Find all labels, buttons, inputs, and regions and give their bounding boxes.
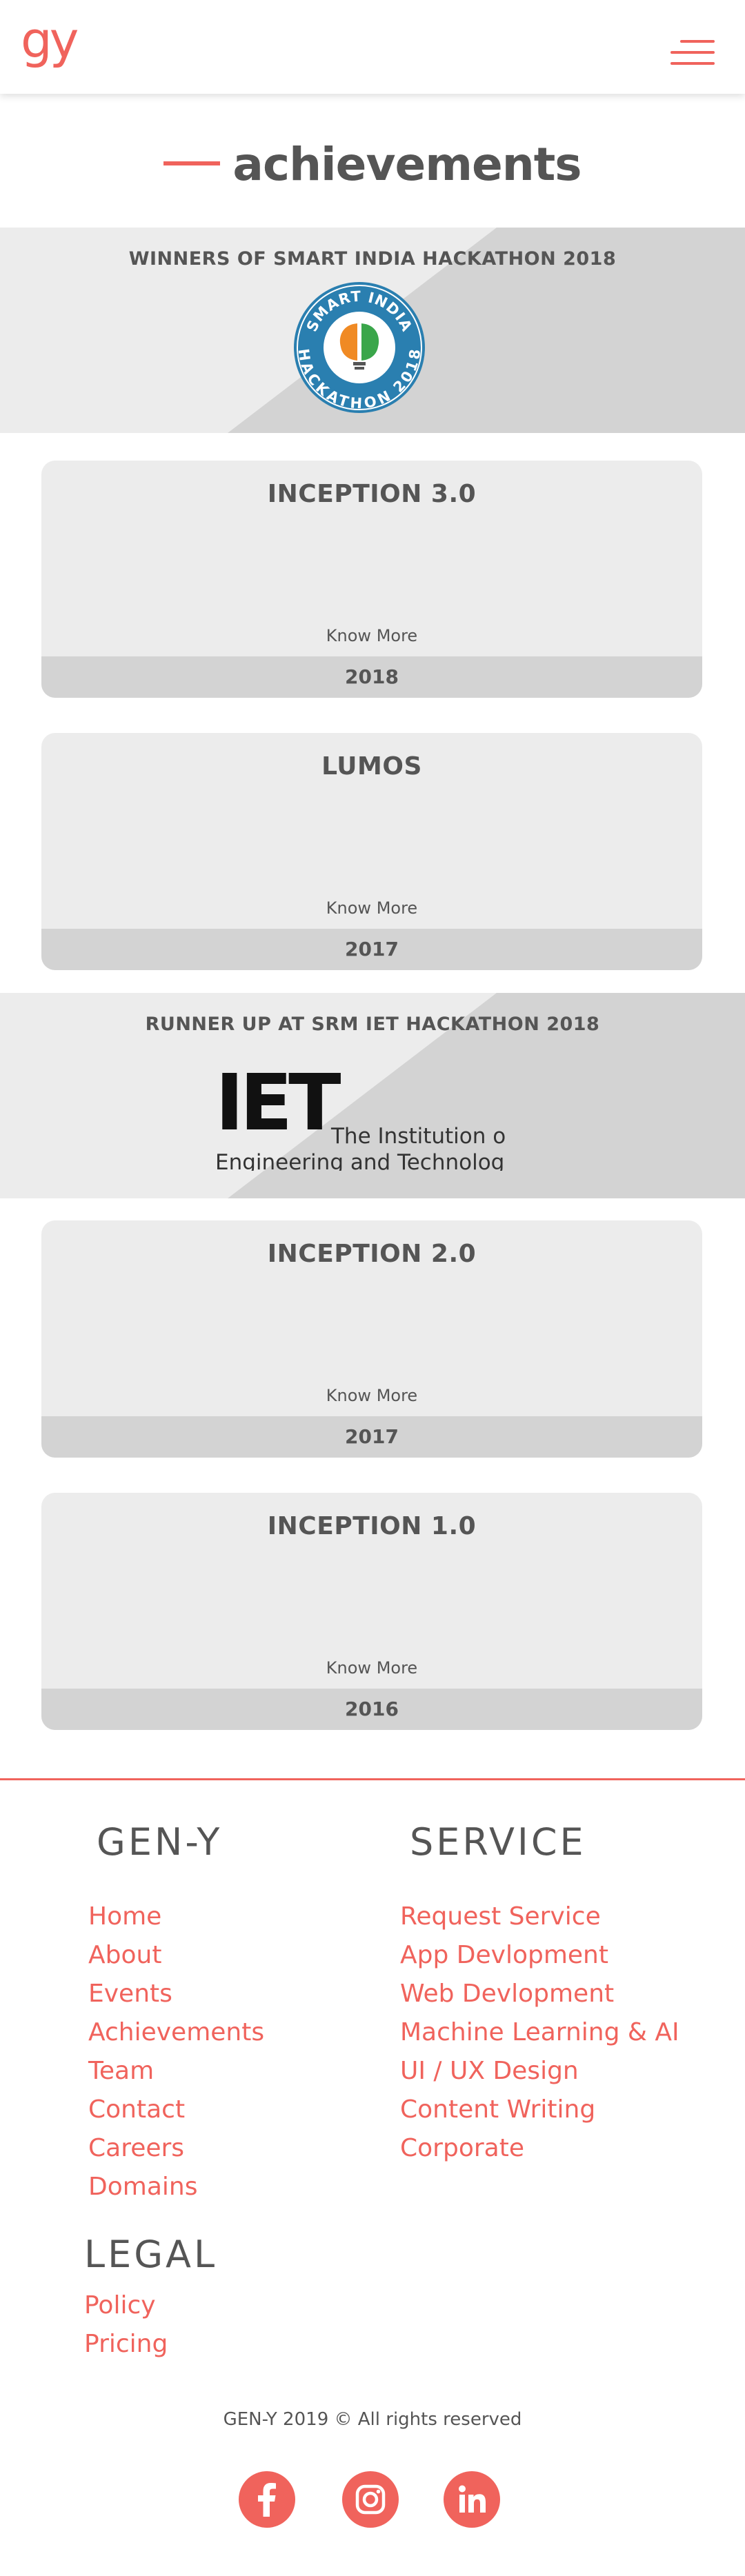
event-card-year: 2017	[41, 1416, 702, 1458]
footer-link-corporate[interactable]: Corporate	[400, 2129, 679, 2168]
achievement-banner-sih: WINNERS OF SMART INDIA HACKATHON 2018 SM…	[0, 228, 745, 433]
footer-link-contact[interactable]: Contact	[88, 2091, 264, 2129]
know-more-link[interactable]: Know More	[41, 898, 702, 918]
footer-heading-geny: GEN-Y	[97, 1820, 223, 1864]
footer-legal-links: Policy Pricing	[84, 2286, 168, 2364]
footer-link-pricing[interactable]: Pricing	[84, 2325, 168, 2364]
footer-link-achievements[interactable]: Achievements	[88, 2013, 264, 2052]
iet-logo: IET The Institution of Engineering and T…	[215, 1060, 505, 1171]
event-card-year: 2016	[41, 1689, 702, 1730]
linkedin-glyph	[459, 2485, 486, 2513]
footer-link-app-development[interactable]: App Devlopment	[400, 1936, 679, 1975]
iet-logo-mark: IET	[215, 1060, 341, 1148]
know-more-link[interactable]: Know More	[41, 626, 702, 645]
footer-heading-service: SERVICE	[410, 1820, 586, 1864]
copyright-text: GEN-Y 2019 © All rights reserved	[223, 2409, 522, 2430]
hamburger-menu-icon[interactable]	[670, 39, 715, 66]
event-card: LUMOS Know More 2017	[41, 733, 702, 970]
event-card-title: LUMOS	[321, 752, 422, 781]
know-more-link[interactable]: Know More	[41, 1386, 702, 1405]
achievement-banner-iet: RUNNER UP AT SRM IET HACKATHON 2018 IET …	[0, 993, 745, 1198]
footer-link-policy[interactable]: Policy	[84, 2286, 168, 2325]
footer-link-web-development[interactable]: Web Devlopment	[400, 1975, 679, 2013]
site-header: gy	[0, 0, 745, 94]
menu-line	[670, 51, 715, 54]
footer-link-ui-ux-design[interactable]: UI / UX Design	[400, 2052, 679, 2091]
footer-link-home[interactable]: Home	[88, 1898, 264, 1936]
footer-link-about[interactable]: About	[88, 1936, 264, 1975]
menu-line	[680, 40, 715, 43]
event-card-year: 2018	[41, 656, 702, 698]
footer-link-careers[interactable]: Careers	[88, 2129, 264, 2168]
footer-link-machine-learning[interactable]: Machine Learning & AI	[400, 2013, 679, 2052]
event-card-title: INCEPTION 1.0	[267, 1512, 477, 1540]
event-card: INCEPTION 3.0 Know More 2018	[41, 461, 702, 698]
linkedin-icon[interactable]	[444, 2471, 500, 2528]
footer-geny-links: Home About Events Achievements Team Cont…	[88, 1898, 264, 2206]
footer-link-events[interactable]: Events	[88, 1975, 264, 2013]
smart-india-hackathon-logo: SMART INDIA HACKATHON 2018	[294, 282, 425, 413]
footer-link-domains[interactable]: Domains	[88, 2168, 264, 2206]
iet-logo-line1: The Institution of	[330, 1124, 505, 1149]
banner-title: WINNERS OF SMART INDIA HACKATHON 2018	[128, 248, 617, 270]
instagram-icon[interactable]	[342, 2471, 399, 2528]
footer-link-team[interactable]: Team	[88, 2052, 264, 2091]
facebook-glyph	[258, 2483, 276, 2517]
iet-logo-line2: Engineering and Technology	[215, 1150, 505, 1171]
title-accent-dash	[163, 161, 221, 165]
event-card: INCEPTION 2.0 Know More 2017	[41, 1220, 702, 1458]
facebook-icon[interactable]	[239, 2471, 295, 2528]
footer-service-links: Request Service App Devlopment Web Devlo…	[400, 1898, 679, 2168]
footer-heading-legal: LEGAL	[84, 2233, 218, 2276]
footer-link-content-writing[interactable]: Content Writing	[400, 2091, 679, 2129]
event-card-title: INCEPTION 2.0	[267, 1240, 477, 1268]
event-card-title: INCEPTION 3.0	[267, 480, 477, 508]
menu-line	[670, 62, 715, 65]
page-title: achievements	[0, 138, 745, 191]
footer-link-request-service[interactable]: Request Service	[400, 1898, 679, 1936]
instagram-glyph	[355, 2484, 386, 2515]
banner-title: RUNNER UP AT SRM IET HACKATHON 2018	[145, 1014, 600, 1035]
event-card-year: 2017	[41, 929, 702, 970]
event-card: INCEPTION 1.0 Know More 2016	[41, 1493, 702, 1730]
page-title-text: achievements	[232, 138, 582, 191]
know-more-link[interactable]: Know More	[41, 1658, 702, 1678]
footer-divider	[0, 1778, 745, 1780]
brand-logo[interactable]: gy	[21, 15, 79, 65]
